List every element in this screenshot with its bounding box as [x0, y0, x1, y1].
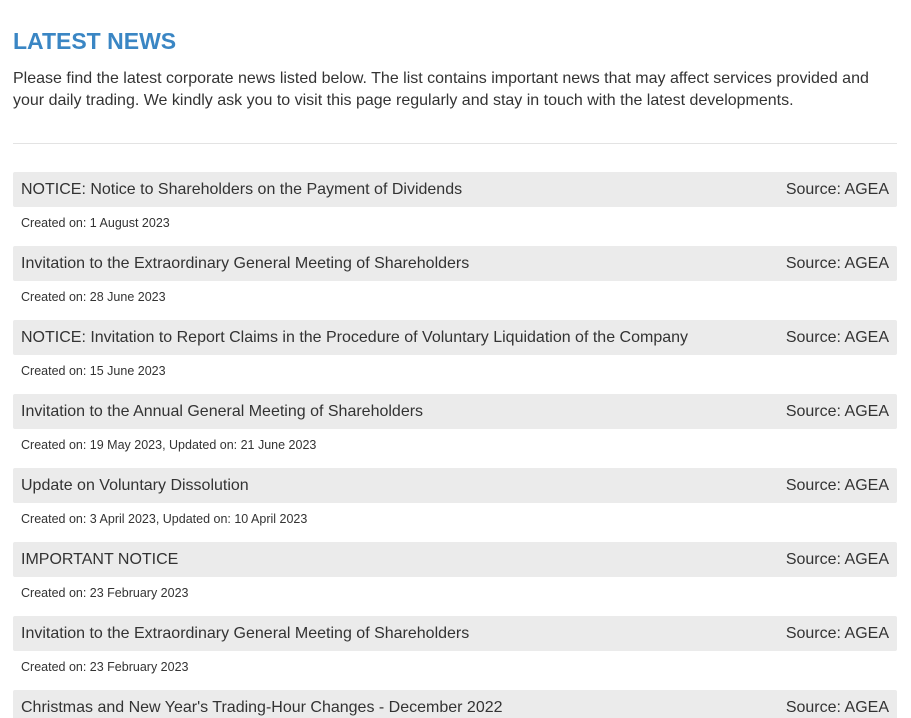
- news-page: LATEST NEWS Please find the latest corpo…: [0, 0, 911, 718]
- divider: [13, 143, 897, 144]
- news-title[interactable]: NOTICE: Notice to Shareholders on the Pa…: [21, 172, 462, 207]
- news-title[interactable]: Invitation to the Annual General Meeting…: [21, 394, 423, 429]
- news-title[interactable]: IMPORTANT NOTICE: [21, 542, 178, 577]
- news-item-link[interactable]: Invitation to the Extraordinary General …: [13, 616, 897, 651]
- news-source: Source: AGEA: [785, 551, 889, 568]
- news-item: Invitation to the Extraordinary General …: [13, 616, 897, 690]
- news-source: Source: AGEA: [785, 255, 889, 272]
- news-item-link[interactable]: NOTICE: Notice to Shareholders on the Pa…: [13, 172, 897, 207]
- news-date: Created on: 15 June 2023: [21, 364, 166, 378]
- news-item-link[interactable]: Christmas and New Year's Trading-Hour Ch…: [13, 690, 897, 718]
- news-date: Created on: 19 May 2023, Updated on: 21 …: [21, 438, 317, 452]
- news-title[interactable]: Update on Voluntary Dissolution: [21, 468, 249, 503]
- news-source: Source: AGEA: [785, 625, 889, 642]
- news-title[interactable]: Christmas and New Year's Trading-Hour Ch…: [21, 690, 503, 718]
- news-item: Update on Voluntary Dissolution Source: …: [13, 468, 897, 542]
- news-source: Source: AGEA: [785, 181, 889, 198]
- page-title: LATEST NEWS: [13, 28, 177, 54]
- news-title[interactable]: Invitation to the Extraordinary General …: [21, 616, 469, 651]
- news-date: Created on: 1 August 2023: [21, 216, 170, 230]
- news-item-link[interactable]: IMPORTANT NOTICE Source: AGEA: [13, 542, 897, 577]
- news-item-link[interactable]: Invitation to the Annual General Meeting…: [13, 394, 897, 429]
- news-item: Invitation to the Extraordinary General …: [13, 246, 897, 320]
- news-source: Source: AGEA: [785, 477, 889, 494]
- news-item-link[interactable]: Update on Voluntary Dissolution Source: …: [13, 468, 897, 503]
- news-item: Invitation to the Annual General Meeting…: [13, 394, 897, 468]
- news-date: Created on: 23 February 2023: [21, 586, 189, 600]
- news-source: Source: AGEA: [785, 403, 889, 420]
- intro-text: Please find the latest corporate news li…: [13, 70, 869, 109]
- news-date: Created on: 3 April 2023, Updated on: 10…: [21, 512, 308, 526]
- news-source: Source: AGEA: [785, 329, 889, 346]
- news-item: Christmas and New Year's Trading-Hour Ch…: [13, 690, 897, 718]
- news-item-link[interactable]: Invitation to the Extraordinary General …: [13, 246, 897, 281]
- news-item: IMPORTANT NOTICE Source: AGEA Created on…: [13, 542, 897, 616]
- news-title[interactable]: Invitation to the Extraordinary General …: [21, 246, 469, 281]
- news-title[interactable]: NOTICE: Invitation to Report Claims in t…: [21, 320, 688, 355]
- news-item: NOTICE: Notice to Shareholders on the Pa…: [13, 172, 897, 246]
- news-item-link[interactable]: NOTICE: Invitation to Report Claims in t…: [13, 320, 897, 355]
- news-item: NOTICE: Invitation to Report Claims in t…: [13, 320, 897, 394]
- news-date: Created on: 28 June 2023: [21, 290, 166, 304]
- news-date: Created on: 23 February 2023: [21, 660, 189, 674]
- news-source: Source: AGEA: [785, 699, 889, 716]
